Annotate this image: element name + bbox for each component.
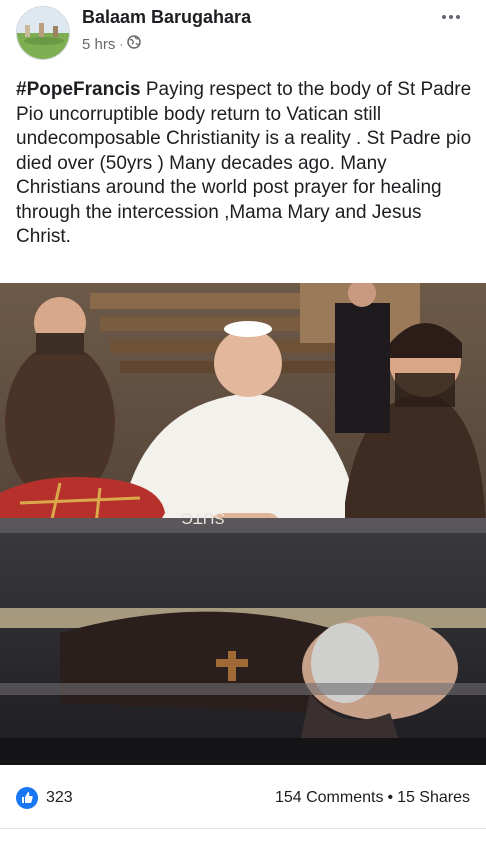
post-text: #PopeFrancis Paying respect to the body … — [16, 78, 476, 250]
casket-plaque-text: SUTC — [181, 509, 225, 526]
likes-summary[interactable]: 323 — [16, 787, 73, 809]
avatar[interactable] — [16, 6, 70, 60]
engagement-stats: 154 Comments • 15 Shares — [275, 789, 470, 807]
stats-separator: • — [387, 789, 394, 806]
post-meta: 5 hrs · — [82, 35, 142, 53]
meta-separator: · — [119, 37, 124, 51]
comments-count[interactable]: 154 Comments — [275, 789, 384, 807]
post-time[interactable]: 5 hrs — [82, 36, 115, 53]
globe-icon — [127, 35, 142, 53]
more-options-icon[interactable] — [436, 6, 466, 28]
author-name[interactable]: Balaam Barugahara — [82, 7, 251, 28]
post-header: Balaam Barugahara 5 hrs · — [0, 0, 486, 70]
reaction-bar: 323 154 Comments • 15 Shares — [0, 780, 486, 820]
hashtag-link[interactable]: #PopeFrancis — [16, 79, 141, 100]
like-count: 323 — [46, 789, 73, 806]
thumbs-up-icon — [16, 787, 38, 809]
post-photo[interactable]: SUTC — [0, 283, 486, 765]
shares-count[interactable]: 15 Shares — [397, 789, 470, 807]
post-body: Paying respect to the body of St Padre P… — [16, 79, 472, 247]
divider — [0, 828, 486, 829]
